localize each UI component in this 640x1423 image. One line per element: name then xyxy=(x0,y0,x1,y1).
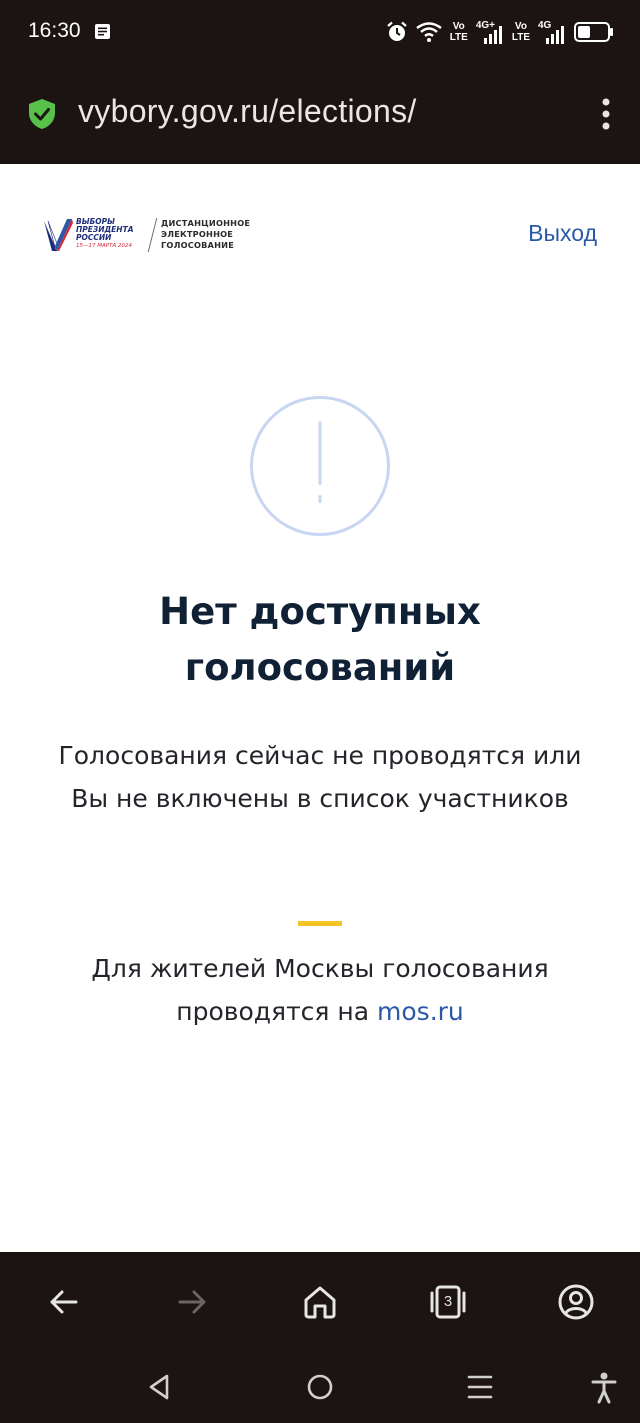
system-nav-bar xyxy=(0,1352,640,1423)
moscow-note: Для жителей Москвы голосования проводятс… xyxy=(91,954,549,1026)
status-message: Голосования сейчас не проводятся или Вы … xyxy=(58,741,582,813)
browser-toolbar: 3 xyxy=(0,1252,640,1352)
notification-icon xyxy=(95,24,110,39)
tabs-button[interactable]: 3 xyxy=(428,1282,468,1322)
elections-logo[interactable]: ВЫБОРЫ ПРЕЗИДЕНТА РОССИИ 15—17 МАРТА 202… xyxy=(43,218,250,252)
nav-recents-icon[interactable] xyxy=(466,1372,494,1402)
forward-arrow-icon[interactable] xyxy=(172,1282,212,1322)
logo-emblem: ВЫБОРЫ ПРЕЗИДЕНТА РОССИИ 15—17 МАРТА 202… xyxy=(43,218,148,252)
tab-count: 3 xyxy=(443,1293,453,1310)
wifi-icon xyxy=(415,22,442,42)
status-time: 16:30 xyxy=(28,19,81,42)
home-icon[interactable] xyxy=(300,1282,340,1322)
account-icon[interactable] xyxy=(556,1282,596,1322)
battery-icon xyxy=(574,22,613,42)
volte-label-2: Vo LTE xyxy=(511,21,530,43)
logout-link[interactable]: Выход xyxy=(528,220,597,247)
v-check-icon xyxy=(44,219,73,252)
nav-home-icon[interactable] xyxy=(306,1372,334,1402)
yellow-divider xyxy=(298,921,342,926)
alarm-icon xyxy=(386,21,407,41)
back-arrow-icon[interactable] xyxy=(44,1282,84,1322)
mos-ru-link[interactable]: mos.ru xyxy=(377,997,464,1026)
nav-back-icon[interactable] xyxy=(145,1372,173,1402)
warning-icon xyxy=(250,396,390,536)
status-icons: Vo LTE 4G+ Vo LTE 4G xyxy=(386,16,614,48)
volte-label-1: Vo LTE xyxy=(449,21,468,43)
logo-left-text: ВЫБОРЫ ПРЕЗИДЕНТА РОССИИ 15—17 МАРТА 202… xyxy=(76,217,134,250)
signal-icon-1: 4G+ xyxy=(476,20,504,44)
more-menu-icon[interactable] xyxy=(602,98,610,130)
logo-right-text: ДИСТАНЦИОННОЕ ЭЛЕКТРОННОЕ ГОЛОСОВАНИЕ xyxy=(161,218,251,250)
url-text[interactable]: vybory.gov.ru/elections/ xyxy=(78,93,417,130)
shield-icon[interactable] xyxy=(28,98,56,130)
signal-icon-2: 4G xyxy=(538,20,566,44)
address-bar[interactable]: vybory.gov.ru/elections/ xyxy=(0,64,640,164)
accessibility-icon[interactable] xyxy=(590,1372,618,1404)
logo-divider xyxy=(147,218,158,252)
status-bar: 16:30 Vo LTE 4G+ Vo LTE 4G xyxy=(0,0,640,64)
moscow-note-prefix: проводятся на xyxy=(176,997,370,1026)
page-title: Нет доступных голосований xyxy=(159,590,481,689)
web-page: ВЫБОРЫ ПРЕЗИДЕНТА РОССИИ 15—17 МАРТА 202… xyxy=(0,164,640,1252)
